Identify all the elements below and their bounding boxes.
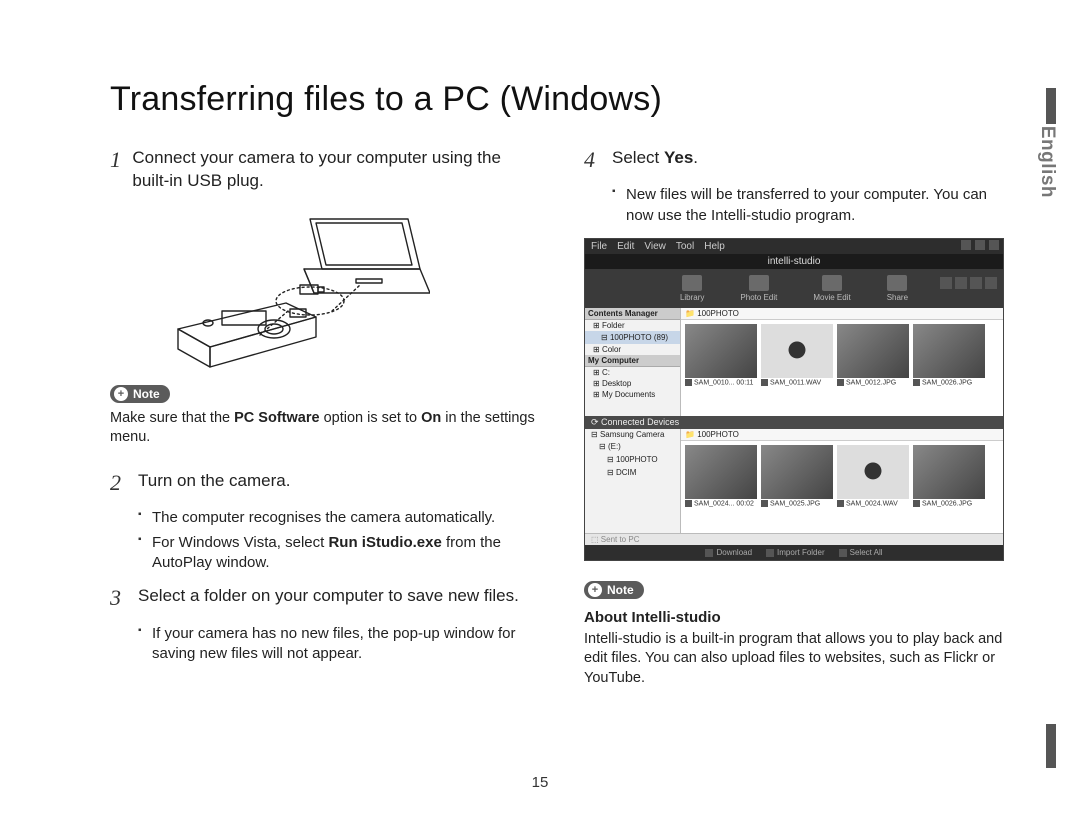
toolbar-right-icon[interactable]	[955, 277, 967, 289]
thumbnail[interactable]: SAM_0024... 00:02	[685, 445, 757, 507]
is-path-1: 📁 100PHOTO	[681, 308, 1003, 320]
step-number-1: 1	[110, 147, 132, 193]
is-menu-edit[interactable]: Edit	[617, 241, 634, 252]
step-number-2: 2	[110, 470, 138, 496]
camera-laptop-illustration	[160, 205, 536, 375]
note-badge-1: + Note	[110, 385, 170, 403]
is-cm-header: Contents Manager	[585, 308, 680, 320]
about-intelli-text: Intelli-studio is a built-in program tha…	[584, 630, 1010, 689]
is-menu-view[interactable]: View	[644, 241, 666, 252]
step-3-text: Select a folder on your computer to save…	[138, 585, 519, 611]
is-path-2: 📁 100PHOTO	[681, 429, 1003, 441]
step-number-4: 4	[584, 147, 612, 173]
is-tree-item[interactable]: ⊞ Folder	[585, 320, 680, 331]
is-footer-left: ⬚ Sent to PC	[585, 533, 1003, 545]
is-sidebar-bottom: ⊟ Samsung Camera ⊟ (E:) ⊟ 100PHOTO ⊟ DCI…	[585, 429, 681, 533]
page-number: 15	[532, 774, 549, 791]
thumbnail[interactable]: SAM_0025.JPG	[761, 445, 833, 507]
is-tree-item[interactable]: ⊟ Samsung Camera	[585, 429, 680, 440]
is-tree-item[interactable]: ⊞ Color	[585, 344, 680, 355]
toolbar-right-icon[interactable]	[985, 277, 997, 289]
is-status-bar: Download Import Folder Select All	[585, 545, 1003, 560]
plus-icon: +	[114, 387, 128, 401]
right-column: 4 Select Yes. New files will be transfer…	[584, 147, 1010, 689]
is-connected-devices: ⟳ Connected Devices	[585, 416, 1003, 429]
is-tree-item[interactable]: ⊞ My Documents	[585, 389, 680, 400]
about-intelli-title: About Intelli-studio	[584, 609, 1010, 626]
is-tool-share[interactable]: Share	[887, 275, 908, 302]
step-4-text: Select Yes.	[612, 147, 698, 173]
toolbar-right-icon[interactable]	[940, 277, 952, 289]
step-3-sub-1: If your camera has no new files, the pop…	[142, 624, 536, 665]
is-tool-photoedit[interactable]: Photo Edit	[740, 275, 777, 302]
step-4-sub-1: New files will be transferred to your co…	[616, 185, 1010, 226]
step-1-text: Connect your camera to your computer usi…	[132, 147, 536, 193]
is-menubar: File Edit View Tool Help	[585, 239, 1003, 254]
is-status-import[interactable]: Import Folder	[766, 548, 825, 557]
note-label-2: Note	[607, 583, 634, 597]
language-label: English	[1036, 126, 1058, 198]
is-tree-item[interactable]: ⊟ 100PHOTO	[585, 453, 680, 466]
language-tab: English	[1036, 88, 1056, 768]
step-2-sub-1: The computer recognises the camera autom…	[142, 508, 536, 528]
step-2-sub-2: For Windows Vista, select Run iStudio.ex…	[142, 533, 536, 574]
maximize-icon[interactable]	[975, 240, 985, 250]
is-status-download[interactable]: Download	[705, 548, 752, 557]
thumbnail[interactable]: SAM_0024.WAV	[837, 445, 909, 507]
thumbnail[interactable]: SAM_0026.JPG	[913, 445, 985, 507]
is-tool-library[interactable]: Library	[680, 275, 704, 302]
page-title: Transferring files to a PC (Windows)	[110, 80, 1010, 119]
is-tree-item-selected[interactable]: ⊟ 100PHOTO (89)	[585, 331, 680, 344]
is-status-selectall[interactable]: Select All	[839, 548, 883, 557]
is-tree-item[interactable]: ⊟ DCIM	[585, 466, 680, 479]
is-menu-file[interactable]: File	[591, 241, 607, 252]
note-badge-2: + Note	[584, 581, 644, 599]
is-tree-item[interactable]: ⊞ C:	[585, 367, 680, 378]
toolbar-right-icon[interactable]	[970, 277, 982, 289]
left-column: 1 Connect your camera to your computer u…	[110, 147, 536, 689]
minimize-icon[interactable]	[961, 240, 971, 250]
thumbnail[interactable]: SAM_0012.JPG	[837, 324, 909, 386]
is-tool-movieedit[interactable]: Movie Edit	[813, 275, 850, 302]
is-sidebar-top: Contents Manager ⊞ Folder ⊟ 100PHOTO (89…	[585, 308, 681, 416]
intelli-studio-screenshot: File Edit View Tool Help intelli-studio …	[584, 238, 1010, 561]
plus-icon: +	[588, 583, 602, 597]
close-icon[interactable]	[989, 240, 999, 250]
is-logo: intelli-studio	[585, 254, 1003, 269]
is-toolbar: Library Photo Edit Movie Edit Share	[585, 269, 1003, 308]
is-menu-help[interactable]: Help	[704, 241, 725, 252]
note-1-text: Make sure that the PC Software option is…	[110, 409, 536, 448]
thumbnail[interactable]: SAM_0026.JPG	[913, 324, 985, 386]
is-menu-tool[interactable]: Tool	[676, 241, 694, 252]
note-label-1: Note	[133, 387, 160, 401]
is-tree-item[interactable]: ⊞ Desktop	[585, 378, 680, 389]
step-number-3: 3	[110, 585, 138, 611]
is-mycomputer-header: My Computer	[585, 355, 680, 367]
thumbnail[interactable]: SAM_0011.WAV	[761, 324, 833, 386]
is-tree-item[interactable]: ⊟ (E:)	[585, 440, 680, 453]
step-2-text: Turn on the camera.	[138, 470, 290, 496]
thumbnail[interactable]: SAM_0010... 00:11	[685, 324, 757, 386]
